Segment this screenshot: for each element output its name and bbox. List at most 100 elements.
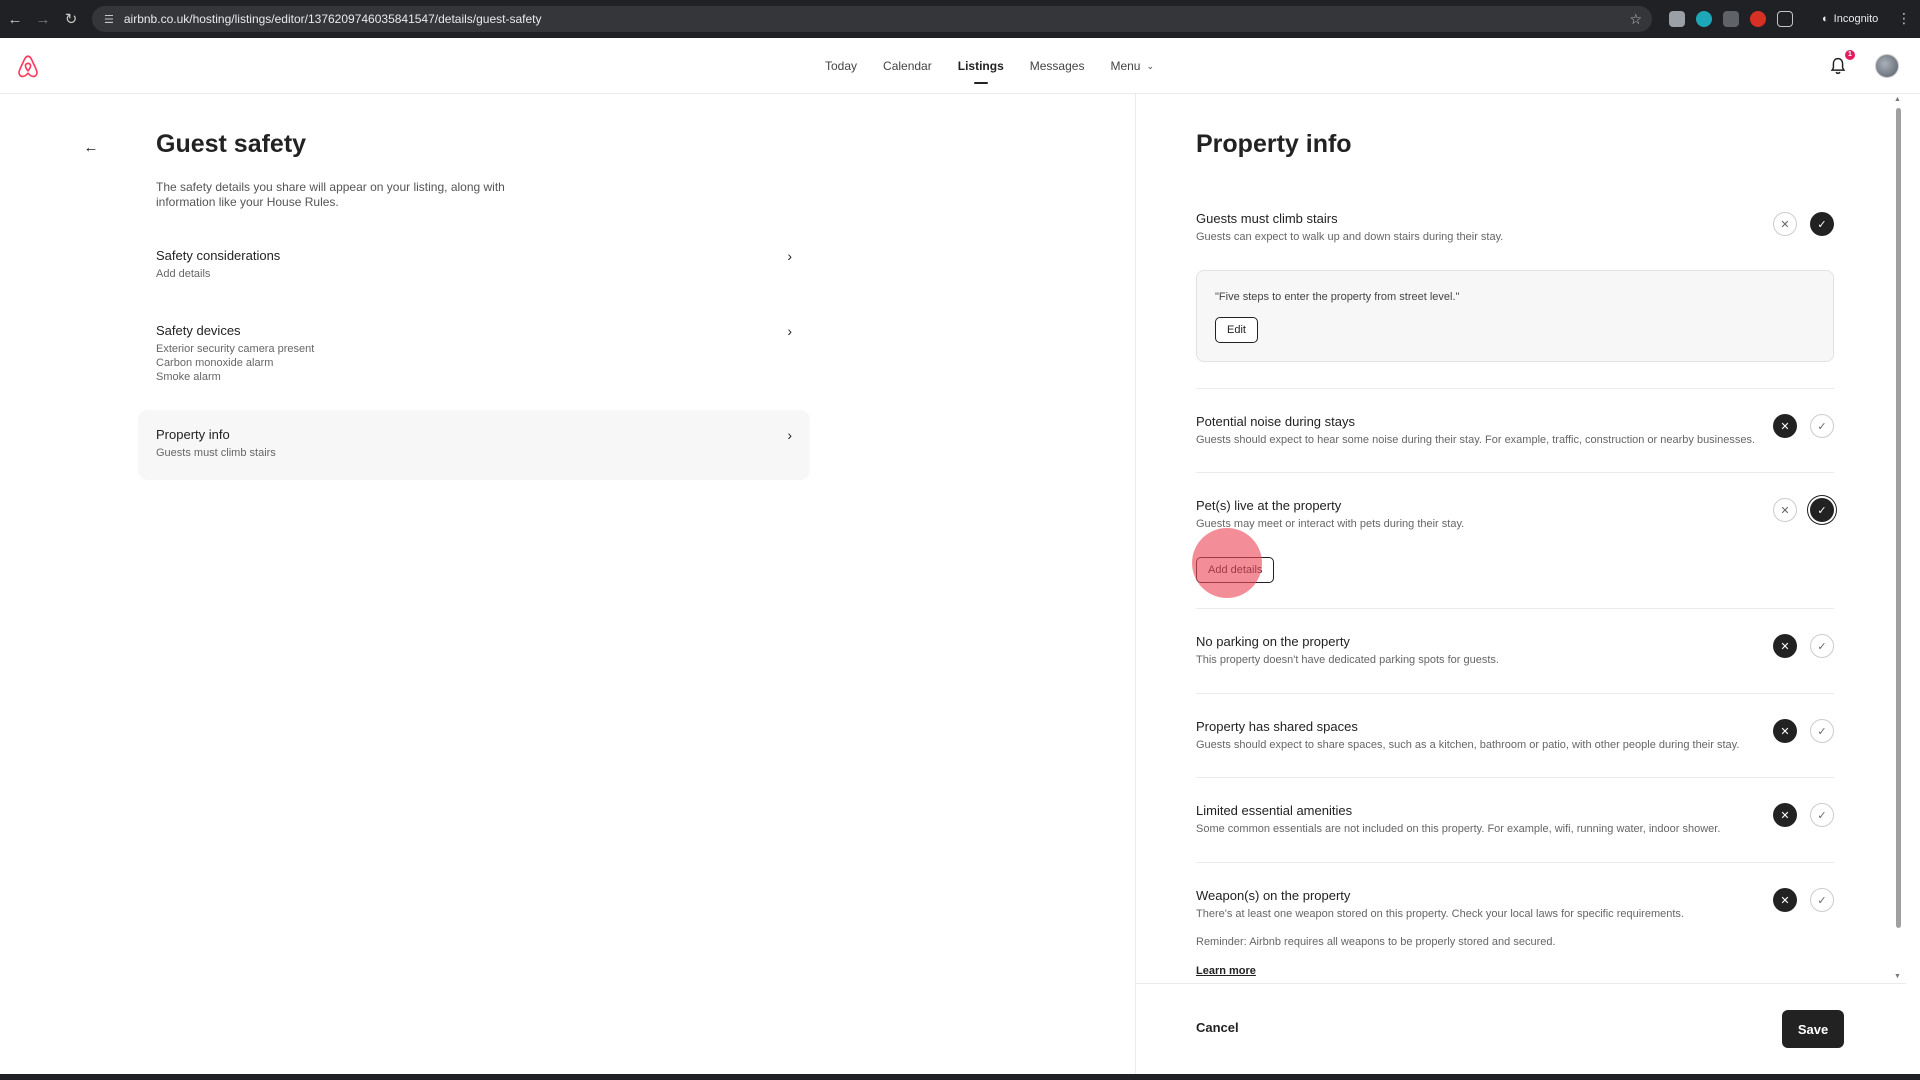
nav-calendar-label: Calendar (883, 59, 932, 73)
row-description: This property doesn't have dedicated par… (1196, 654, 1499, 666)
section-title: Safety considerations (156, 248, 281, 263)
extension-icon-1[interactable] (1669, 11, 1685, 27)
section-safety-considerations[interactable]: Safety considerations Add details › (138, 248, 810, 294)
check-icon: ✓ (1817, 809, 1827, 822)
x-icon: ✕ (1780, 725, 1790, 738)
browser-toolbar: ← → ↻ ☰ airbnb.co.uk/hosting/listings/ed… (0, 0, 1920, 38)
section-subtitle-line: Exterior security camera present (156, 343, 315, 355)
back-arrow-icon: ← (83, 138, 99, 156)
shared-spaces-yes-toggle[interactable]: ✓ (1810, 719, 1834, 743)
noise-yes-toggle[interactable]: ✓ (1810, 414, 1834, 438)
scroll-down-icon[interactable]: ▼ (1894, 973, 1901, 980)
x-icon: ✕ (1780, 504, 1790, 517)
chevron-down-icon: ⌄ (1146, 60, 1155, 71)
address-bar[interactable]: ☰ airbnb.co.uk/hosting/listings/editor/1… (92, 6, 1652, 32)
chevron-right-icon: › (787, 248, 792, 264)
row-description: Guests should expect to hear some noise … (1196, 434, 1756, 446)
property-info-row-weapons: Weapon(s) on the property There's at lea… (1196, 888, 1834, 948)
pets-yes-toggle[interactable]: ✓ (1810, 498, 1834, 522)
x-icon: ✕ (1780, 640, 1790, 653)
row-divider (1196, 693, 1834, 694)
nav-calendar[interactable]: Calendar (870, 38, 945, 94)
stairs-no-toggle[interactable]: ✕ (1773, 212, 1797, 236)
site-info-icon[interactable]: ☰ (104, 13, 114, 26)
x-icon: ✕ (1780, 809, 1790, 822)
panel-title: Property info (1196, 130, 1352, 158)
check-icon: ✓ (1817, 504, 1827, 517)
incognito-icon: ◐ (1822, 13, 1829, 25)
page-title: Guest safety (156, 130, 307, 158)
back-arrow-icon[interactable]: ← (2, 6, 28, 32)
nav-menu[interactable]: Menu ⌄ (1097, 38, 1167, 94)
nav-messages[interactable]: Messages (1017, 38, 1098, 94)
browser-menu-icon[interactable]: ⋮ (1897, 10, 1911, 27)
back-button[interactable]: ← (76, 132, 106, 162)
stairs-detail-box: "Five steps to enter the property from s… (1196, 270, 1834, 362)
row-title: Potential noise during stays (1196, 414, 1355, 429)
row-divider (1196, 862, 1834, 863)
nav-listings-label: Listings (957, 59, 1004, 73)
section-safety-devices[interactable]: Safety devices Exterior security camera … (138, 323, 810, 395)
top-navigation: Today Calendar Listings Messages Menu ⌄ (812, 38, 1167, 94)
chevron-right-icon: › (787, 427, 792, 443)
nav-today[interactable]: Today (812, 38, 870, 94)
pets-no-toggle[interactable]: ✕ (1773, 498, 1797, 522)
section-subtitle: Guests must climb stairs (156, 447, 276, 459)
section-subtitle-line: Smoke alarm (156, 371, 221, 383)
incognito-indicator[interactable]: ◐ Incognito (1812, 8, 1888, 30)
nav-today-label: Today (825, 59, 858, 73)
extensions-puzzle-icon[interactable] (1777, 11, 1793, 27)
section-subtitle: Exterior security camera present Carbon … (156, 342, 792, 384)
parking-yes-toggle[interactable]: ✓ (1810, 634, 1834, 658)
taskbar-strip (0, 1074, 1920, 1080)
reload-icon[interactable]: ↻ (58, 6, 84, 32)
row-divider (1196, 388, 1834, 389)
add-details-button[interactable]: Add details (1196, 557, 1275, 583)
section-property-info[interactable]: Property info Guests must climb stairs › (138, 410, 810, 480)
incognito-label: Incognito (1833, 13, 1879, 25)
amenities-no-toggle[interactable]: ✕ (1773, 803, 1797, 827)
x-icon: ✕ (1780, 894, 1790, 907)
avatar[interactable] (1875, 54, 1899, 78)
nav-menu-label: Menu (1110, 59, 1141, 73)
property-info-row-amenities: Limited essential amenities Some common … (1196, 803, 1834, 835)
footer-divider (1136, 983, 1906, 984)
nav-listings[interactable]: Listings (945, 38, 1017, 94)
section-title: Property info (156, 427, 230, 442)
scroll-up-icon[interactable]: ▲ (1894, 96, 1901, 103)
row-description: Some common essentials are not included … (1196, 823, 1721, 835)
row-title: Pet(s) live at the property (1196, 498, 1342, 513)
edit-button[interactable]: Edit (1215, 317, 1258, 343)
parking-no-toggle[interactable]: ✕ (1773, 634, 1797, 658)
shared-spaces-no-toggle[interactable]: ✕ (1773, 719, 1797, 743)
scrollbar-thumb[interactable] (1896, 108, 1901, 928)
stairs-yes-toggle[interactable]: ✓ (1810, 212, 1834, 236)
forward-arrow-icon[interactable]: → (30, 6, 56, 32)
extension-icon-2[interactable] (1696, 11, 1712, 27)
property-info-row-shared-spaces: Property has shared spaces Guests should… (1196, 719, 1834, 751)
save-button[interactable]: Save (1782, 1010, 1844, 1048)
extension-icon-3[interactable] (1723, 11, 1739, 27)
weapons-yes-toggle[interactable]: ✓ (1810, 888, 1834, 912)
row-description: There's at least one weapon stored on th… (1196, 908, 1684, 920)
address-url: airbnb.co.uk/hosting/listings/editor/137… (123, 12, 542, 26)
row-title: Guests must climb stairs (1196, 211, 1338, 226)
noise-no-toggle[interactable]: ✕ (1773, 414, 1797, 438)
property-info-row-parking: No parking on the property This property… (1196, 634, 1834, 666)
row-title: Weapon(s) on the property (1196, 888, 1351, 903)
airbnb-logo-icon[interactable] (16, 52, 40, 80)
section-subtitle-line: Carbon monoxide alarm (156, 357, 274, 369)
notification-badge: 1 (1845, 50, 1855, 60)
amenities-yes-toggle[interactable]: ✓ (1810, 803, 1834, 827)
check-icon: ✓ (1817, 725, 1827, 738)
weapons-no-toggle[interactable]: ✕ (1773, 888, 1797, 912)
bookmark-star-icon[interactable]: ☆ (1629, 11, 1642, 28)
row-title: Limited essential amenities (1196, 803, 1353, 818)
panel-scrollbar[interactable]: ▲ ▼ (1892, 94, 1904, 982)
stairs-detail-text: "Five steps to enter the property from s… (1215, 291, 1460, 303)
row-description: Guests should expect to share spaces, su… (1196, 739, 1740, 751)
learn-more-link[interactable]: Learn more (1196, 965, 1256, 977)
section-title: Safety devices (156, 323, 241, 338)
cancel-button[interactable]: Cancel (1196, 1020, 1239, 1035)
extension-icon-4[interactable] (1750, 11, 1766, 27)
